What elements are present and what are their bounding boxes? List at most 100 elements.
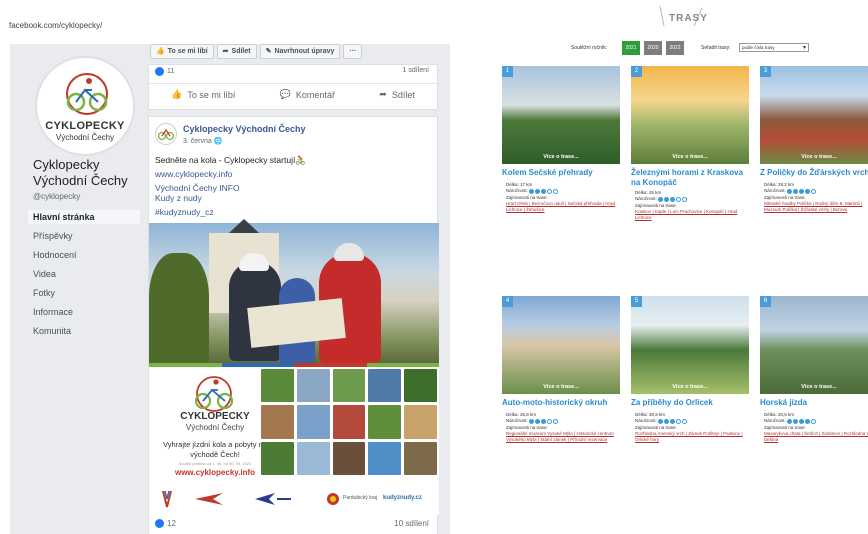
route-sights[interactable]: Regionální muzeum Vysoké Mýto | Historic… [506, 431, 622, 444]
previous-post-card: 11 1 sdílení 👍 To se mi líbí 💬 Komentář ➦ S… [148, 64, 438, 110]
page-like-button[interactable]: 👍 To se mi líbí [150, 44, 214, 59]
route-more-link[interactable]: Více o trase... [760, 154, 868, 160]
address-bar[interactable]: facebook.com/cyklopecky/ [0, 0, 450, 44]
poster-tile [404, 441, 437, 475]
partner-logo-icon [255, 493, 291, 505]
previous-post-likes[interactable]: 11 [167, 68, 174, 75]
difficulty-dot-icon [535, 188, 541, 194]
route-sights[interactable]: Hrad Oheb | Bezručovo údolí | Sečská pře… [506, 201, 622, 214]
route-sights[interactable]: Masarykova chata | Šerlich | Zdobnice | … [764, 431, 868, 444]
route-more-link[interactable]: Více o trase... [631, 154, 749, 160]
like-button[interactable]: 👍 To se mi líbí [171, 89, 235, 100]
sidebar-item-home[interactable]: Hlavní stránka [28, 210, 140, 224]
bike-logo-icon [157, 128, 175, 141]
post-link[interactable]: www.cyklopecky.info [155, 169, 232, 179]
poster-tile [296, 369, 330, 403]
address-url: facebook.com/cyklopecky/ [9, 21, 103, 30]
difficulty-dot-icon [664, 196, 670, 202]
route-details: Délka: 20,5 km Náročnost: Zajímavosti na … [764, 412, 868, 443]
page-title[interactable]: Cyklopecky Východní Čechy [33, 157, 143, 189]
year-2020-button[interactable]: 2020 [644, 41, 662, 55]
sidebar-item-photos[interactable]: Fotky [33, 288, 145, 298]
route-more-link[interactable]: Více o trase... [631, 384, 749, 390]
profile-picture[interactable]: CYKLOPECKY Východní Čechy [35, 56, 135, 156]
post-mention-2[interactable]: Kudy z nudy [155, 193, 202, 203]
post-mention-1[interactable]: Východní Čechy INFO [155, 183, 240, 193]
difficulty-dots [529, 418, 559, 424]
route-card[interactable]: 1 Více o trase... Kolem Sečské přehrady Dél… [502, 66, 624, 296]
route-name[interactable]: Z Poličky do Žďárských vrchů [760, 168, 868, 178]
route-more-link[interactable]: Více o trase... [502, 384, 620, 390]
trasy-title: TRASY [669, 13, 708, 24]
post-date[interactable]: 3. června 🌐 [183, 137, 222, 145]
difficulty-dot-icon [658, 196, 664, 202]
page-handle[interactable]: @cyklopecky [33, 192, 80, 201]
route-number-badge: 2 [631, 66, 642, 77]
sidebar-item-posts[interactable]: Příspěvky [33, 231, 145, 241]
page-feed: 👍 To se mi líbí ➦ Sdílet ✎ Navrhnout úpravy… [148, 44, 440, 534]
route-name[interactable]: Železnými horami z Kraskova na Konopáč [631, 168, 753, 188]
comment-icon: 💬 [279, 89, 291, 99]
poster-tile [296, 405, 330, 439]
route-card[interactable]: 5 Více o trase... Za příběhy do Orlicek Dél… [631, 296, 753, 526]
route-name[interactable]: Horská jízda [760, 398, 868, 408]
thumbs-up-icon: 👍 [171, 89, 183, 99]
year-2022-button[interactable]: 2022 [666, 41, 684, 55]
difficulty-dot-icon [541, 418, 547, 424]
route-name[interactable]: Kolem Sečské přehrady [502, 168, 624, 178]
page-share-label: Sdílet [231, 48, 251, 55]
suggest-edits-label: Navrhnout úpravy [274, 48, 335, 55]
poster-tile [332, 369, 366, 403]
route-name[interactable]: Za příběhy do Orlicek [631, 398, 753, 408]
poster-tile [368, 441, 402, 475]
sidebar-item-videos[interactable]: Videa [33, 269, 145, 279]
year-2021-button[interactable]: 2021 [622, 41, 640, 55]
route-card[interactable]: 4 Více o trase... Auto-moto-historický okr… [502, 296, 624, 526]
route-photo[interactable]: 4 Více o trase... [502, 296, 620, 394]
partner-logos: Pardubický kraj kudyznudy.cz [157, 489, 437, 511]
route-card[interactable]: 2 Více o trase... Železnými horami z Krask… [631, 66, 753, 296]
suggest-edits-button[interactable]: ✎ Navrhnout úpravy [259, 44, 341, 59]
previous-post-shares[interactable]: 1 sdílení [403, 67, 429, 74]
post-likes[interactable]: 12 [167, 519, 176, 528]
route-name[interactable]: Auto-moto-historický okruh [502, 398, 624, 408]
route-number-badge: 4 [502, 296, 513, 307]
route-card[interactable]: 3 Více o trase... Z Poličky do Žďárských v… [760, 66, 868, 296]
post-author[interactable]: Cyklopecky Východní Čechy [183, 124, 306, 134]
route-more-link[interactable]: Více o trase... [760, 384, 868, 390]
route-photo[interactable]: 5 Více o trase... [631, 296, 749, 394]
route-sights[interactable]: Městské hradby Polička | Rodný dům B. Ma… [764, 201, 868, 214]
difficulty-label: Náročnost: [506, 188, 530, 194]
post-poster[interactable]: CYKLOPECKY Východní Čechy Vyhrajte jízdn… [149, 367, 439, 515]
route-more-link[interactable]: Více o trase... [502, 154, 620, 160]
bike-logo-icon [66, 73, 108, 115]
page-share-button[interactable]: ➦ Sdílet [216, 44, 257, 59]
route-sights[interactable]: Kraskov | Kaple | Lom Prachovice | Konop… [635, 209, 751, 222]
route-photo[interactable]: 1 Více o trase... [502, 66, 620, 164]
sidebar-item-community[interactable]: Komunita [33, 326, 145, 336]
route-number-badge: 5 [631, 296, 642, 307]
difficulty-dot-icon [787, 188, 793, 194]
comment-button[interactable]: 💬 Komentář [280, 89, 335, 100]
screenshot-root: facebook.com/cyklopecky/ CYKLOPECKY Vých… [0, 0, 868, 534]
route-photo[interactable]: 6 Více o trase... [760, 296, 868, 394]
author-avatar[interactable] [155, 123, 177, 145]
route-photo[interactable]: 3 Více o trase... [760, 66, 868, 164]
route-details: Délka: 28,2 km Náročnost: Zajímavosti na … [764, 182, 868, 213]
poster-photo-grid [261, 369, 437, 475]
post-hashtag[interactable]: #kudyznudy_cz [155, 207, 214, 217]
route-photo[interactable]: 2 Více o trase... [631, 66, 749, 164]
sidebar-item-reviews[interactable]: Hodnocení [33, 250, 145, 260]
difficulty-label: Náročnost: [635, 196, 659, 202]
difficulty-dot-icon [529, 418, 535, 424]
post-photo[interactable] [149, 223, 439, 363]
sort-select[interactable]: podle čísla trasy [739, 43, 809, 52]
more-options-button[interactable]: ··· [343, 44, 363, 59]
sidebar-item-about[interactable]: Informace [33, 307, 145, 317]
route-sights[interactable]: Rozhledna Anenský vrch | Zámek Potštejn … [635, 431, 751, 444]
difficulty-dot-icon [805, 188, 811, 194]
post-shares[interactable]: 10 sdílení [394, 519, 429, 528]
share-button[interactable]: ➦ Sdílet [379, 89, 415, 100]
difficulty-dots [787, 188, 817, 194]
route-card[interactable]: 6 Více o trase... Horská jízda Délka: 20,5 … [760, 296, 868, 526]
